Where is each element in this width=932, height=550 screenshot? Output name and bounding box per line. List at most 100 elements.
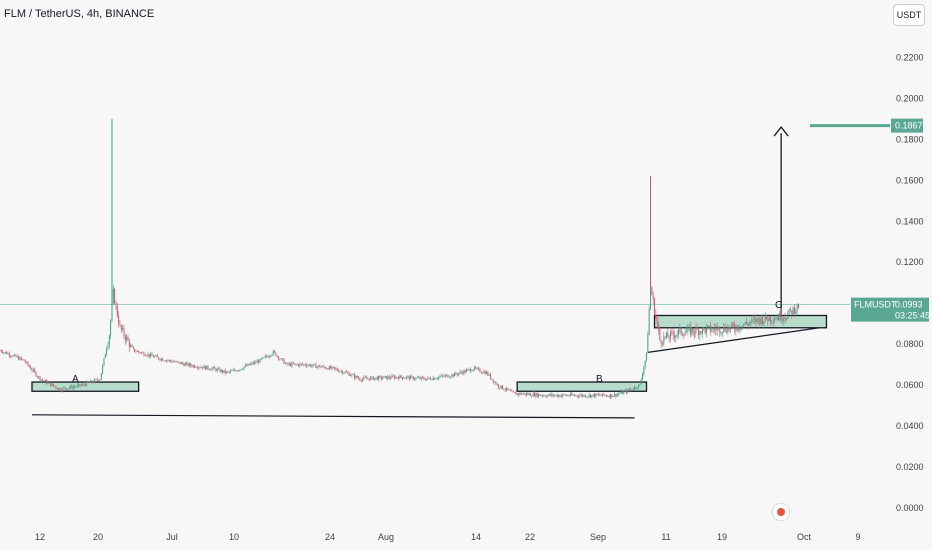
candle-body [235,370,237,372]
zone-b[interactable] [516,381,648,392]
candle-body [681,333,683,335]
candle-body [439,376,441,378]
candle-body [202,367,204,369]
candle-body [548,394,550,396]
candle-body [60,390,62,392]
candle-body [115,303,117,305]
candle-body [360,380,362,381]
candle-body [135,351,137,353]
candle-body [626,390,628,393]
candle-body [684,332,686,336]
candle-body [260,358,262,360]
candle-body [168,360,170,361]
candle-body [442,375,444,377]
candle-body [126,336,128,341]
candle-body [697,329,699,336]
candle-body [103,358,105,366]
candle-body [106,348,108,355]
candle-body [791,310,793,315]
candle-body [52,383,54,386]
candle-body [696,327,698,330]
candle-body [515,392,517,395]
candle-body [576,395,578,397]
candle-body [247,363,249,367]
candle-body [675,335,677,338]
candle-body [332,366,334,368]
candle-body [54,385,56,387]
candle-body [542,395,544,397]
candle-body [420,377,422,379]
candle-body [323,366,325,368]
candle-body [186,362,188,364]
candle-body [334,367,336,369]
candle-body [733,325,735,330]
candle-body [534,393,536,397]
candle-body [338,370,340,372]
candle-body [564,394,566,396]
candle-body [144,355,146,357]
candle-body [355,375,357,378]
candle-body [367,378,369,380]
candle-body [56,388,58,390]
candle-body [254,361,256,364]
y-tick-label: 0.0600 [896,380,924,390]
candle-body [571,393,573,396]
candle-body [210,369,212,371]
candle-body [388,376,390,379]
candle-body [206,365,208,370]
zone-c[interactable] [653,314,828,329]
candle-body [179,361,181,364]
candle-body [551,394,553,396]
candle-body [328,366,330,370]
y-tick-label: 0.1800 [896,134,924,144]
candle-body [172,361,174,363]
candle-body [607,396,609,397]
candle-body [255,361,257,363]
candle-body [306,365,308,367]
price-chart[interactable]: A B C 0.2200 0.2000 0.1800 0.1600 0.1400 0.12… [0,0,932,550]
candle-body [374,378,376,380]
candle-body [223,370,225,373]
candle-body [243,367,245,370]
candle-body [647,335,649,353]
candle-body [268,356,270,358]
candle-body [3,352,5,353]
candle-body [703,327,705,329]
candle-body [290,363,292,367]
candle-body [64,387,66,389]
candle-body [526,393,528,395]
candle-body [264,355,266,357]
candle-body [771,321,773,322]
candle-body [11,356,13,357]
candle-body [418,377,420,378]
candle-body [51,383,53,386]
candle-body [715,329,717,331]
candle-body [395,376,397,379]
candle-body [752,319,754,320]
candle-body [324,367,326,369]
candle-body [511,390,513,392]
candle-body [176,361,178,362]
candle-body [286,363,288,364]
candle-body [535,393,537,397]
candle-body [736,325,738,331]
candle-body [452,374,454,377]
candle-body [643,367,645,375]
candle-body [220,370,222,372]
candle-body [378,376,380,380]
candle-body [590,394,592,398]
candle-body [595,393,597,397]
candle-body [677,329,679,335]
candle-body [244,365,246,368]
candle-body [282,358,284,360]
candle-body [638,384,640,389]
candle-body [784,318,786,319]
candle-body [522,393,524,395]
candle-body [0,350,2,352]
trendline-1[interactable] [31,414,635,419]
candle-body [709,325,711,332]
candle-body [320,366,322,368]
candle-body [50,382,52,386]
candle-body [30,366,32,370]
candle-body [187,362,189,366]
